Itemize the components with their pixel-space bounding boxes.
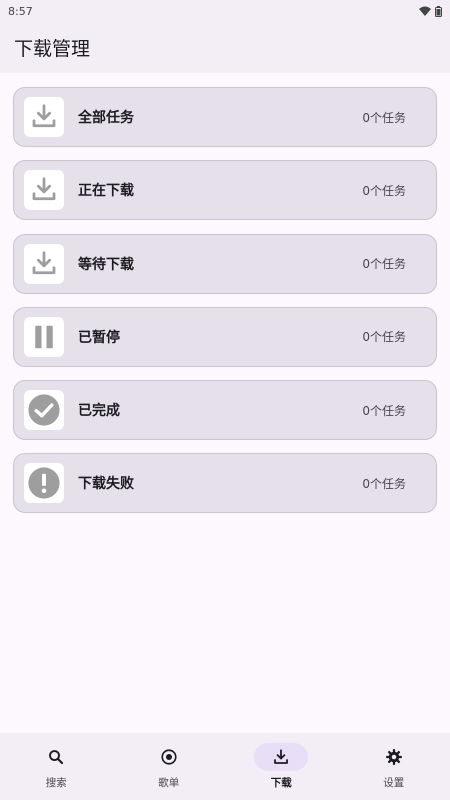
bottom-nav: 搜索 歌单 下载 设置 xyxy=(0,733,450,800)
nav-label: 下载 xyxy=(270,777,292,789)
category-all-tasks[interactable]: 全部任务 0个任务 xyxy=(13,87,437,147)
category-label: 等待下载 xyxy=(78,256,134,273)
download-icon xyxy=(274,749,289,764)
gear-icon xyxy=(385,749,402,765)
status-bar: 8:57 xyxy=(0,0,450,22)
category-waiting[interactable]: 等待下载 0个任务 xyxy=(13,233,437,294)
download-icon xyxy=(24,170,64,211)
task-count: 0个任务 xyxy=(362,476,406,491)
nav-settings-pill xyxy=(367,743,421,771)
nav-label: 歌单 xyxy=(158,777,180,789)
nav-label: 搜索 xyxy=(45,777,67,789)
check-circle-icon xyxy=(24,390,64,431)
category-label: 下载失败 xyxy=(78,476,134,493)
page-title: 下载管理 xyxy=(14,38,91,60)
app-bar: 下载管理 xyxy=(0,22,450,73)
nav-search-pill xyxy=(29,743,83,771)
nav-playlist-pill xyxy=(142,743,196,771)
nav-playlist[interactable]: 歌单 xyxy=(113,733,226,800)
status-time: 8:57 xyxy=(8,4,33,18)
download-icon xyxy=(24,243,64,284)
task-count: 0个任务 xyxy=(362,110,406,125)
category-label: 已暂停 xyxy=(78,329,120,346)
nav-settings[interactable]: 设置 xyxy=(338,733,450,800)
nav-label: 设置 xyxy=(383,777,405,789)
download-category-list: 全部任务 0个任务 正在下载 0个任务 等待下载 0个任务 已暂停 0个任务 已… xyxy=(0,73,450,514)
task-count: 0个任务 xyxy=(362,330,406,345)
task-count: 0个任务 xyxy=(362,183,406,198)
task-count: 0个任务 xyxy=(362,257,406,272)
status-icons xyxy=(419,5,442,17)
playlist-icon xyxy=(161,749,177,765)
nav-download-pill xyxy=(254,743,309,771)
category-failed[interactable]: 下载失败 0个任务 xyxy=(13,453,437,514)
category-label: 全部任务 xyxy=(78,110,134,126)
nav-download[interactable]: 下载 xyxy=(225,733,338,800)
category-downloading[interactable]: 正在下载 0个任务 xyxy=(13,160,437,221)
category-label: 已完成 xyxy=(78,403,120,420)
error-icon xyxy=(24,463,64,504)
battery-icon xyxy=(435,5,442,17)
task-count: 0个任务 xyxy=(362,403,406,418)
pause-icon xyxy=(24,316,64,357)
category-label: 正在下载 xyxy=(78,183,134,200)
category-paused[interactable]: 已暂停 0个任务 xyxy=(13,306,437,367)
category-completed[interactable]: 已完成 0个任务 xyxy=(13,380,437,441)
wifi-icon xyxy=(419,6,431,16)
search-icon xyxy=(49,750,64,765)
nav-search[interactable]: 搜索 xyxy=(0,733,113,800)
download-icon xyxy=(24,97,64,137)
